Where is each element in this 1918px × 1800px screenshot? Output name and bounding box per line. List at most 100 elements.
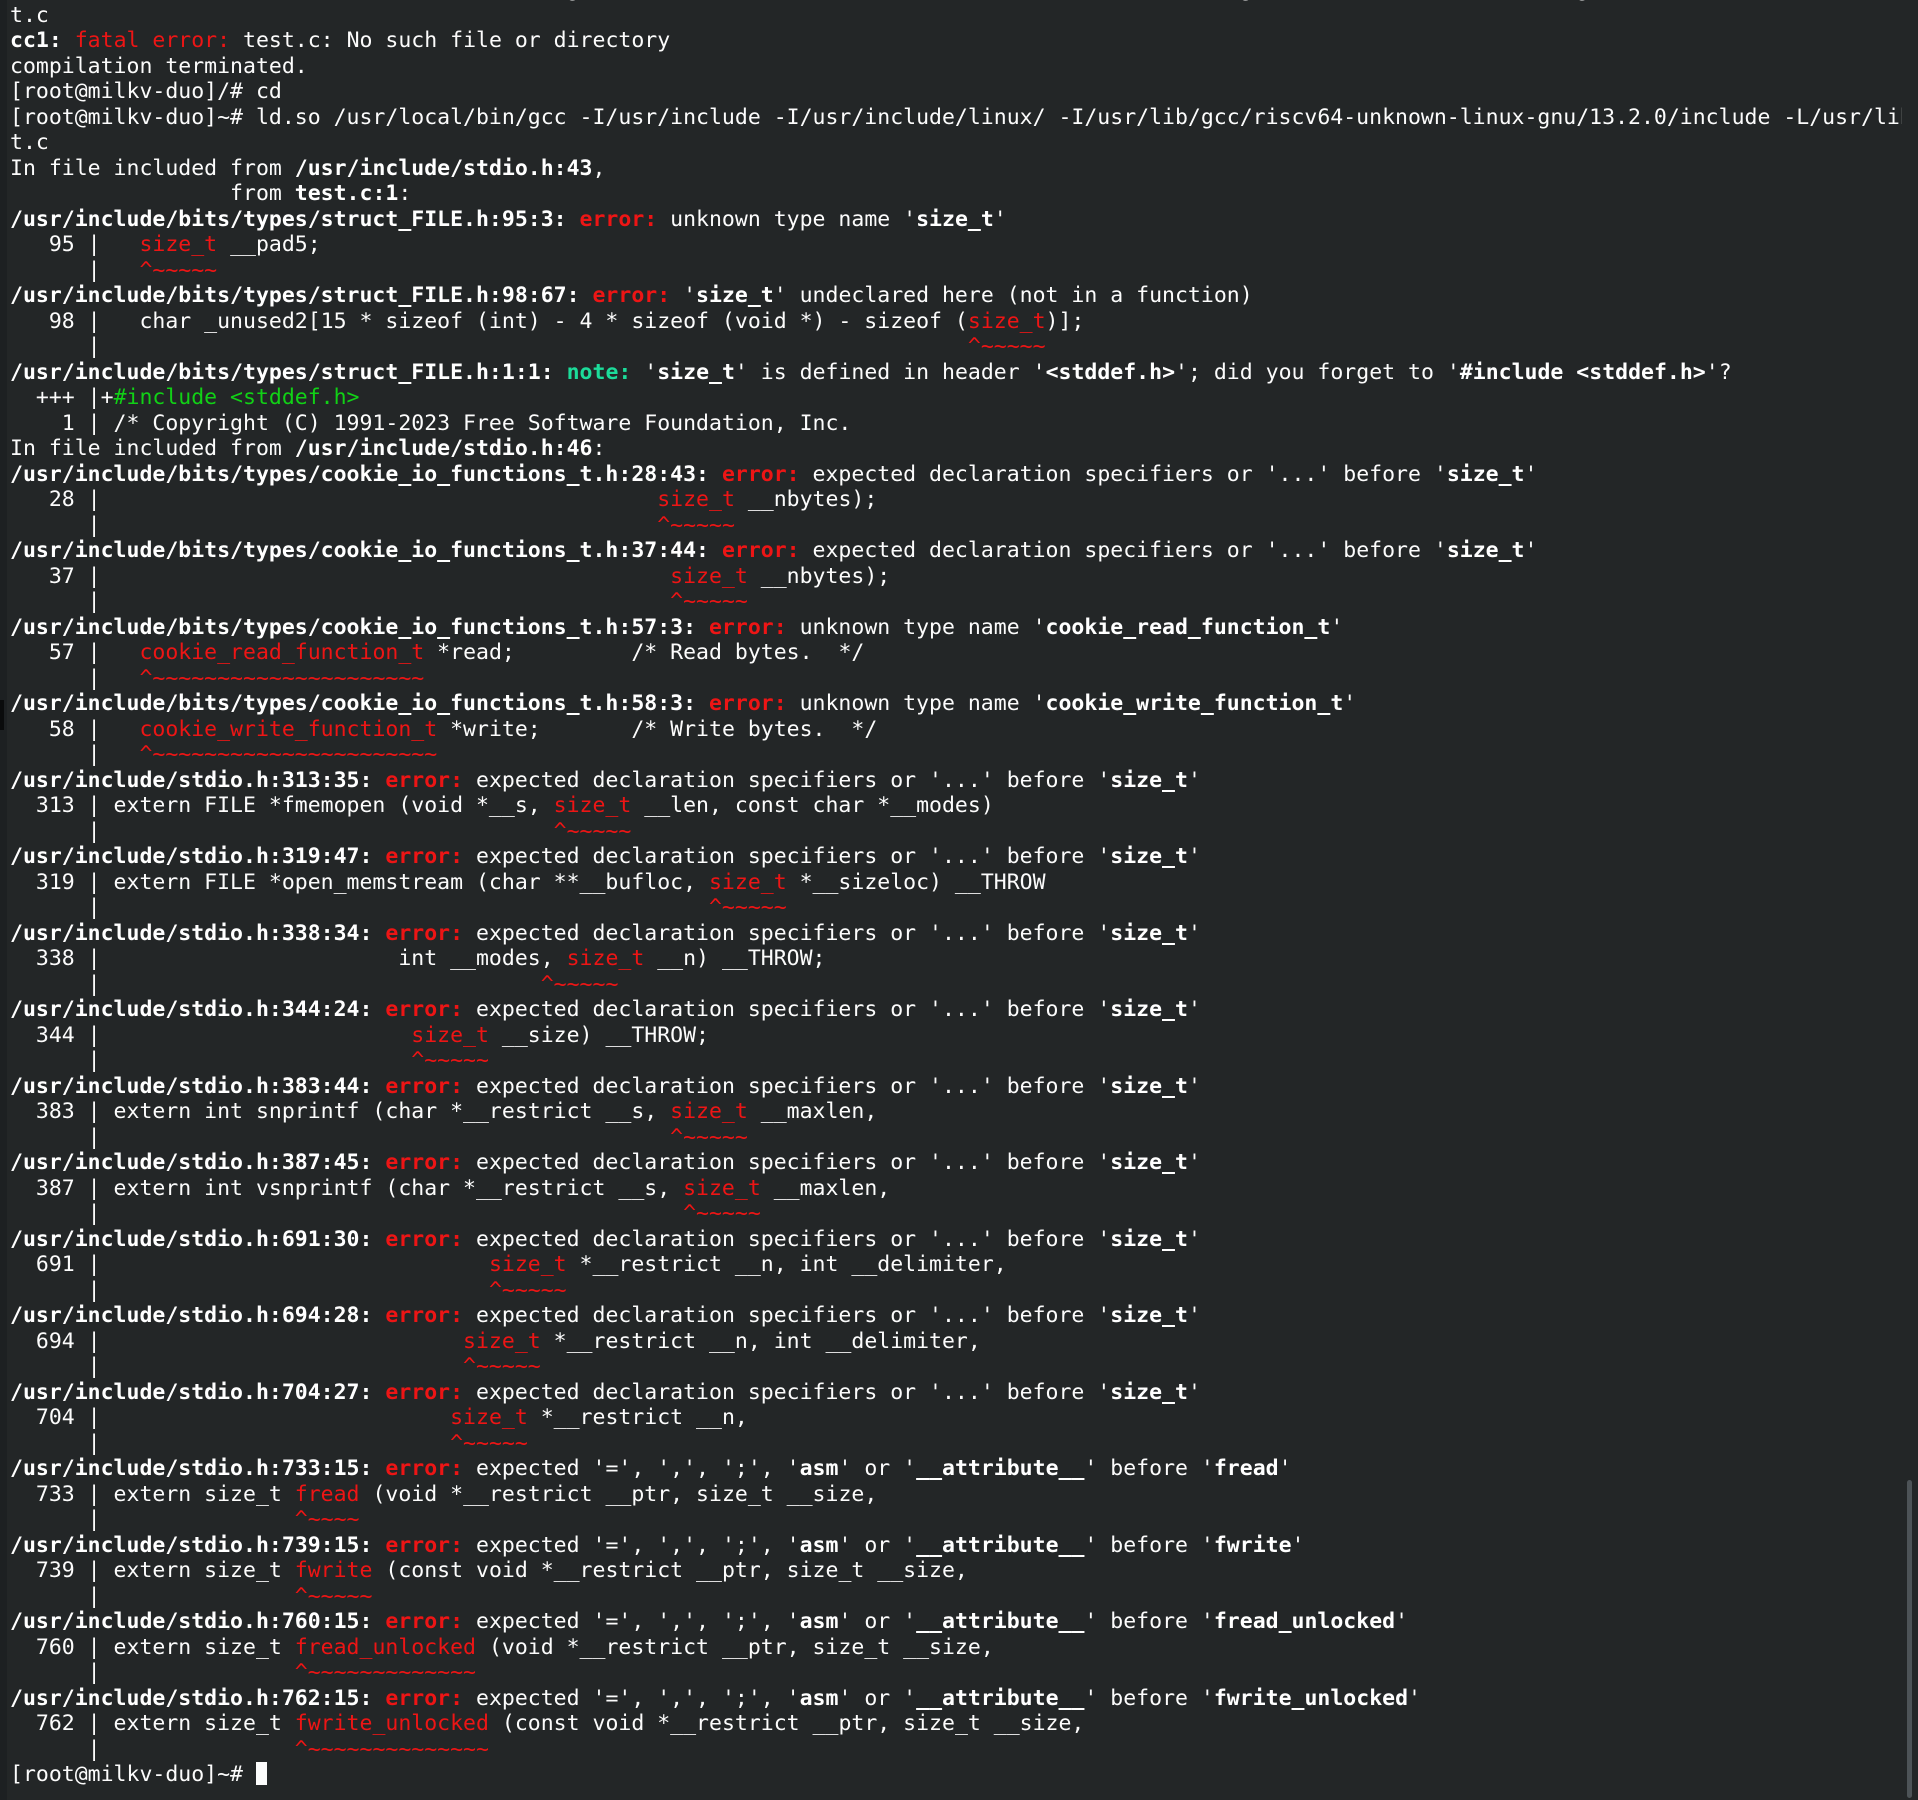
terminal-text-segment: | xyxy=(10,1507,295,1532)
terminal-text-segment: 57 | xyxy=(10,640,140,665)
scrollbar[interactable] xyxy=(1902,0,1918,1800)
terminal-line: | ^~~~~~~~~~~~~~~~~~~~~~~ xyxy=(10,742,1918,768)
terminal-text-segment: ' or ' xyxy=(838,1609,917,1634)
terminal-text-segment: 704 | xyxy=(10,1405,451,1430)
terminal-text-segment: /usr/include/stdio.h:694:28: xyxy=(10,1303,386,1328)
terminal-text-segment: error: xyxy=(721,461,813,487)
terminal-text-segment: size_t xyxy=(139,232,218,257)
terminal-text-segment: error: xyxy=(385,844,476,869)
terminal-text-segment: /usr/include/stdio.h:383:44: xyxy=(10,1073,386,1099)
terminal-text-segment: /usr/include/stdio.h:319:47: xyxy=(10,844,386,869)
terminal-text-segment: ' is defined in header ' xyxy=(734,359,1046,385)
terminal-text-segment: expected declaration specifiers or '...'… xyxy=(476,997,1111,1022)
terminal-window[interactable]: [root@milkv-duo]/# tcc -run /usr/local/b… xyxy=(0,0,1918,1800)
terminal-text-segment: __nbytes); xyxy=(747,563,891,589)
terminal-line: 387 | extern int vsnprintf (char *__rest… xyxy=(10,1176,1918,1202)
terminal-text-segment: /usr/include/stdio.h:43 xyxy=(294,155,593,181)
terminal-line: 704 | size_t *__restrict __n, xyxy=(10,1405,1918,1431)
terminal-text-segment: *__restrict __n, xyxy=(527,1405,748,1430)
terminal-text-segment: fwrite_unlocked xyxy=(1213,1685,1409,1711)
terminal-line: | ^~~~~~ xyxy=(10,819,1918,845)
terminal-text-segment: asm xyxy=(799,1609,839,1634)
terminal-output[interactable]: [root@milkv-duo]/# tcc -run /usr/local/b… xyxy=(10,0,1918,1788)
terminal-text-segment: error: xyxy=(385,920,476,946)
terminal-text-segment: size_t xyxy=(708,869,787,895)
terminal-text-segment: | xyxy=(10,1354,464,1379)
terminal-line: | ^~~~~~ xyxy=(10,1584,1918,1610)
terminal-text-segment: error: xyxy=(708,691,800,716)
terminal-text-segment: /usr/include/bits/types/struct_FILE.h:98… xyxy=(10,283,593,308)
terminal-line: /usr/include/stdio.h:691:30: error: expe… xyxy=(10,1227,1918,1253)
terminal-text-segment: ^~~~~~ xyxy=(670,1124,748,1150)
terminal-text-segment: ^~~~~~~~~~~~~~~~~~~~~~ xyxy=(139,665,425,691)
terminal-text-segment: ^~~~~~~~~~~~~~~~~~~~~~~ xyxy=(139,742,438,767)
terminal-text-segment: test.c:1 xyxy=(294,181,399,206)
scrollbar-thumb[interactable] xyxy=(1907,1480,1912,1798)
terminal-text-segment: ^~~~~~ xyxy=(708,895,787,920)
terminal-text-segment: expected '=', ',', ';', ' xyxy=(476,1609,800,1634)
terminal-text-segment: | xyxy=(10,512,658,538)
terminal-text-segment: error: xyxy=(721,538,813,563)
terminal-text-segment: /usr/include/stdio.h:704:27: xyxy=(10,1379,386,1405)
terminal-text-segment: /usr/include/stdio.h:762:15: xyxy=(10,1685,386,1711)
terminal-text-segment: expected declaration specifiers or '...'… xyxy=(812,538,1447,563)
terminal-text-segment: (void *__restrict __ptr, size_t __size, xyxy=(476,1634,994,1660)
terminal-text-segment: ' undeclared here (not in a function) xyxy=(773,283,1253,308)
terminal-text-segment: __maxlen, xyxy=(747,1099,878,1124)
terminal-text-segment: error: xyxy=(385,1532,476,1558)
terminal-line: /usr/include/stdio.h:704:27: error: expe… xyxy=(10,1380,1918,1406)
terminal-text-segment: | xyxy=(10,1736,295,1762)
terminal-text-segment: error: xyxy=(592,283,684,308)
terminal-text-segment: /usr/include/bits/types/cookie_io_functi… xyxy=(10,461,722,487)
terminal-text-segment: /usr/include/bits/types/cookie_io_functi… xyxy=(10,614,709,640)
terminal-line: /usr/include/bits/types/cookie_io_functi… xyxy=(10,538,1918,564)
terminal-text-segment: cookie_read_function_t xyxy=(139,640,425,665)
terminal-text-segment: ' xyxy=(1187,1150,1201,1175)
terminal-line: | ^~~~~~ xyxy=(10,334,1918,360)
window-left-edge xyxy=(0,0,7,1800)
terminal-text-segment: fwrite xyxy=(1213,1532,1292,1558)
terminal-text-segment: 338 | int __modes, xyxy=(10,946,567,971)
terminal-line: 58 | cookie_write_function_t *write; /* … xyxy=(10,717,1918,743)
terminal-text-segment: <stddef.h> xyxy=(1045,359,1176,385)
prompt-line[interactable]: [root@milkv-duo]~# xyxy=(10,1762,1918,1788)
terminal-text-segment: error: xyxy=(385,1456,476,1481)
terminal-text-segment: size_t xyxy=(450,1405,528,1430)
terminal-text-segment: expected declaration specifiers or '...'… xyxy=(476,1150,1111,1175)
terminal-line: 733 | extern size_t fread (void *__restr… xyxy=(10,1482,1918,1508)
terminal-text-segment: t.c xyxy=(10,130,49,155)
terminal-text-segment: '; did you forget to ' xyxy=(1175,359,1460,385)
terminal-line: | ^~~~~~ xyxy=(10,589,1918,615)
terminal-line: t.c xyxy=(10,3,1918,29)
terminal-line: In file included from /usr/include/stdio… xyxy=(10,436,1918,462)
terminal-text-segment: size_t xyxy=(1446,461,1525,487)
terminal-text-segment: | xyxy=(10,334,968,359)
terminal-text-segment: 37 | xyxy=(10,563,671,589)
terminal-line: /usr/include/bits/types/cookie_io_functi… xyxy=(10,462,1918,488)
terminal-text-segment: size_t xyxy=(967,308,1046,334)
terminal-text-segment: fwrite_unlocked xyxy=(294,1711,489,1736)
terminal-text-segment: size_t xyxy=(553,793,632,818)
terminal-text-segment: ' xyxy=(1343,691,1357,716)
terminal-text-segment: 387 | extern int vsnprintf (char *__rest… xyxy=(10,1175,684,1201)
terminal-line: 98 | char _unused2[15 * sizeof (int) - 4… xyxy=(10,309,1918,335)
terminal-text-segment: In file included from xyxy=(10,155,295,181)
terminal-text-segment: ' xyxy=(1187,1226,1201,1252)
terminal-text-segment: from xyxy=(10,181,295,206)
terminal-text-segment: expected '=', ',', ';', ' xyxy=(476,1532,800,1558)
terminal-line: 37 | size_t __nbytes); xyxy=(10,564,1918,590)
terminal-line: /usr/include/stdio.h:694:28: error: expe… xyxy=(10,1303,1918,1329)
terminal-text-segment: #include <stddef.h> xyxy=(113,385,360,410)
terminal-text-segment: | xyxy=(10,1048,412,1073)
terminal-line: /usr/include/stdio.h:344:24: error: expe… xyxy=(10,997,1918,1023)
terminal-text-segment: __nbytes); xyxy=(734,487,878,512)
terminal-text-segment: size_t xyxy=(1110,1379,1188,1405)
terminal-line: 762 | extern size_t fwrite_unlocked (con… xyxy=(10,1711,1918,1737)
terminal-text-segment: asm xyxy=(799,1532,839,1558)
terminal-text-segment: error: xyxy=(385,1379,476,1405)
terminal-text-segment: asm xyxy=(799,1456,839,1481)
terminal-line: /usr/include/bits/types/struct_FILE.h:1:… xyxy=(10,360,1918,386)
terminal-text-segment: , xyxy=(592,155,606,181)
terminal-text-segment: ' xyxy=(683,283,697,308)
terminal-text-segment: cookie_write_function_t xyxy=(1045,691,1344,716)
